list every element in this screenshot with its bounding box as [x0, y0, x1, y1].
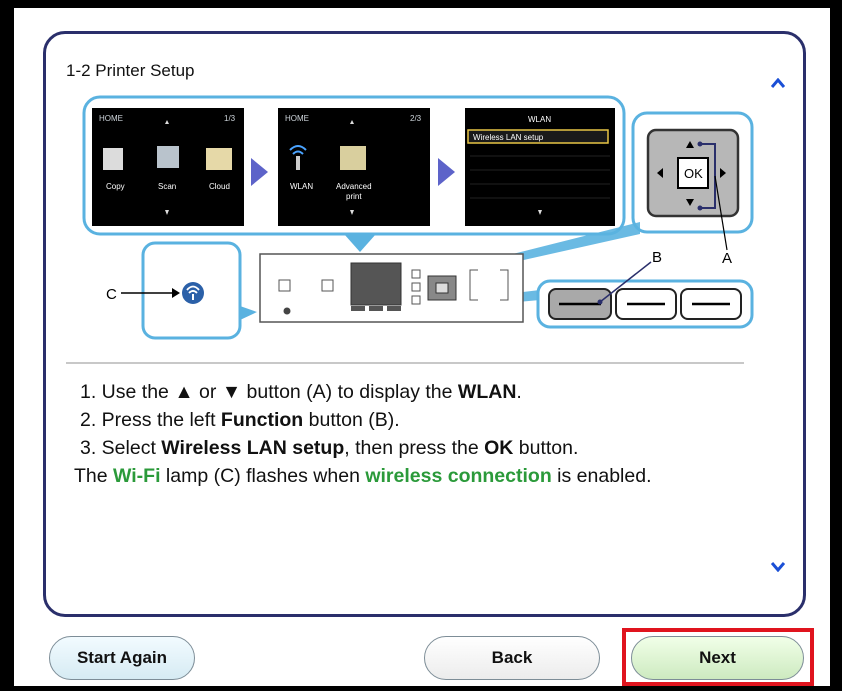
screen2-item-print: print [346, 192, 362, 201]
screen3-selected-item: Wireless LAN setup [473, 133, 544, 142]
screen3-header: WLAN [528, 115, 551, 124]
wifi-icon [182, 282, 204, 304]
back-button[interactable]: Back [424, 636, 600, 680]
screen1-header-right: 1/3 [224, 114, 236, 123]
callout-b: B [652, 249, 662, 266]
instruction-step-1: 1. Use the ▲ or ▼ button (A) to display … [80, 381, 522, 403]
screen1-item-copy: Copy [106, 182, 125, 191]
printer-illustration: HOME 1/3 Copy Scan Cloud HOME 2/3 WLAN A… [82, 95, 754, 340]
screens-callout-pointer [344, 234, 376, 252]
printer-lcd [350, 262, 402, 306]
instructions: 1. Use the ▲ or ▼ button (A) to display … [74, 378, 760, 490]
up-arrow-icon: ▲ [174, 381, 194, 403]
screen2-item-advanced: Advanced [336, 182, 372, 191]
screen1-item-scan: Scan [158, 182, 176, 191]
callout-a: A [722, 250, 732, 267]
down-arrow-icon: ▼ [221, 381, 242, 403]
lcd-screen-home-2: HOME 2/3 WLAN Advanced print [278, 108, 430, 226]
ok-key-label: OK [684, 166, 703, 181]
lcd-screen-wlan: WLAN Wireless LAN setup [465, 108, 615, 226]
screen1-item-cloud: Cloud [209, 182, 230, 191]
section-divider [66, 362, 744, 364]
lcd-screen-home-1: HOME 1/3 Copy Scan Cloud [92, 108, 244, 226]
instruction-step-2: 2. Press the left Function button (B). [80, 409, 400, 431]
instruction-note: The Wi-Fi lamp (C) flashes when wireless… [74, 465, 652, 487]
start-again-button[interactable]: Start Again [49, 636, 195, 680]
screen1-header-left: HOME [99, 114, 123, 123]
copy-icon [103, 148, 123, 170]
cloud-icon [206, 148, 232, 170]
callout-c: C [106, 286, 117, 303]
screen2-header-left: HOME [285, 114, 309, 123]
advanced-print-icon [340, 146, 366, 170]
screen2-header-right: 2/3 [410, 114, 422, 123]
screen2-item-wlan: WLAN [290, 182, 313, 191]
scan-icon [157, 146, 179, 168]
wifi-lamp [283, 307, 291, 315]
next-button[interactable]: Next [631, 636, 804, 680]
instruction-step-3: 3. Select Wireless LAN setup, then press… [80, 437, 579, 459]
